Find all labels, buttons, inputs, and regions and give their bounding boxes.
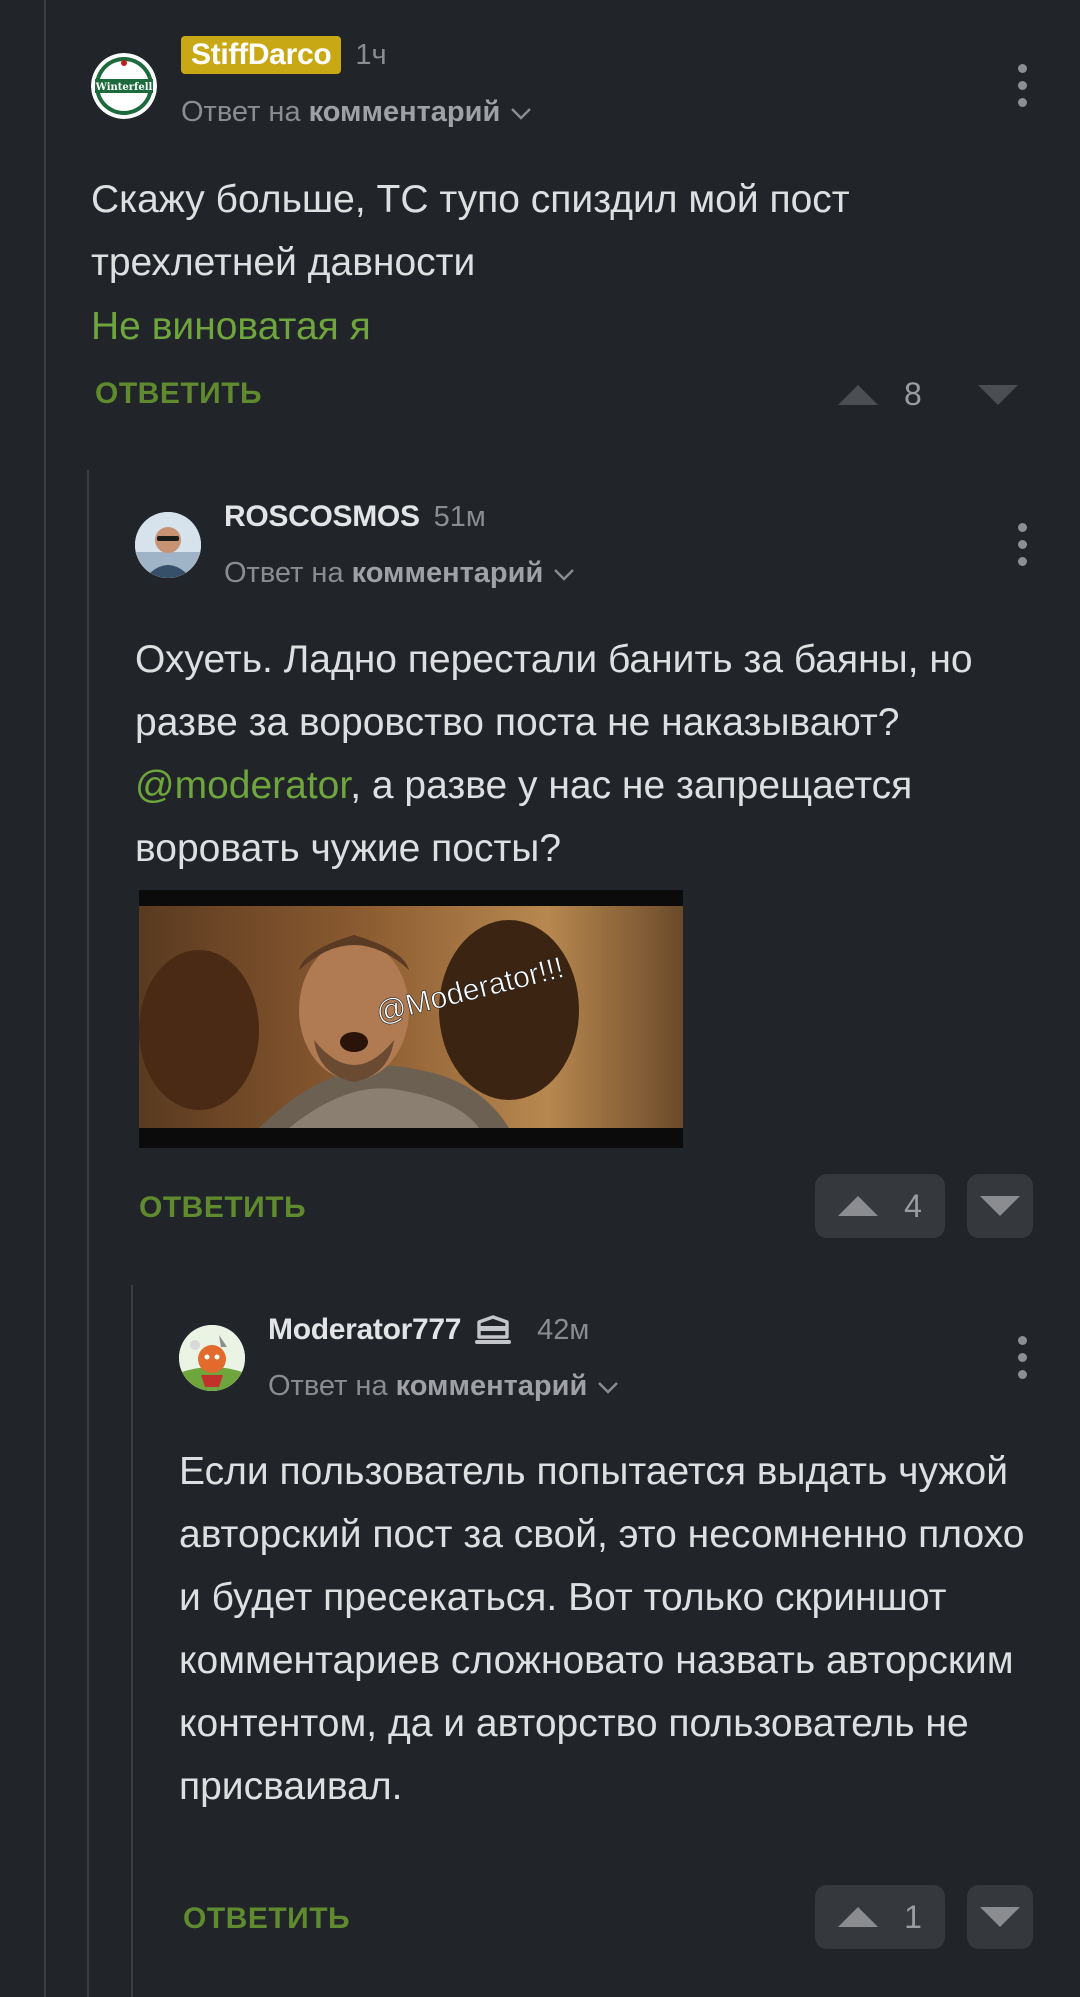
more-menu-icon[interactable]	[1015, 64, 1029, 108]
comment-time: 51м	[433, 500, 486, 533]
vote-count: 4	[904, 1187, 922, 1224]
reply-to-target[interactable]: комментарий	[352, 557, 544, 590]
reply-button[interactable]: ОТВЕТИТЬ	[95, 377, 262, 411]
reply-to-link[interactable]: Ответ на комментарий	[268, 1370, 619, 1403]
author-row: StiffDarco 1ч	[181, 36, 387, 74]
chevron-down-icon[interactable]	[553, 557, 575, 590]
meme-image: @Moderator!!!	[139, 890, 683, 1148]
reply-to-prefix: Ответ на	[181, 96, 301, 128]
author-name[interactable]: StiffDarco	[181, 36, 342, 74]
moderator-avatar-icon	[179, 1325, 245, 1391]
reply-button[interactable]: ОТВЕТИТЬ	[139, 1191, 306, 1225]
user-signature: Не виноватая я	[91, 305, 371, 348]
avatar[interactable]	[135, 512, 201, 578]
avatar[interactable]	[179, 1325, 245, 1391]
downvote-button[interactable]	[967, 1885, 1033, 1949]
winterfell-logo-icon: Winterfell	[91, 53, 157, 119]
comment-text-part: Охуеть. Ладно перестали банить за баяны,…	[135, 638, 973, 744]
comment-text: Охуеть. Ладно перестали банить за баяны,…	[135, 628, 1035, 880]
downvote-icon[interactable]	[980, 1907, 1020, 1927]
thread-line	[44, 0, 46, 1997]
thread-line	[131, 1285, 133, 1997]
chevron-down-icon[interactable]	[597, 1370, 619, 1403]
avatar-logo-text: Winterfell	[95, 82, 153, 93]
reply-to-link[interactable]: Ответ на комментарий	[181, 96, 532, 129]
avatar[interactable]: Winterfell	[91, 53, 157, 119]
thread-line	[87, 470, 89, 1997]
reply-to-link[interactable]: Ответ на комментарий	[224, 557, 575, 590]
author-name[interactable]: ROSCOSMOS	[224, 500, 420, 534]
vote-count: 8	[904, 376, 922, 412]
vote-count: 1	[904, 1898, 922, 1935]
vote-control: 8	[838, 376, 1018, 413]
chevron-down-icon[interactable]	[510, 96, 532, 129]
upvote-icon[interactable]	[838, 1907, 879, 1927]
more-menu-icon[interactable]	[1015, 1336, 1029, 1380]
author-row: Moderator777 42м	[268, 1313, 589, 1347]
user-avatar-icon	[135, 512, 201, 578]
upvote-icon[interactable]	[838, 384, 878, 405]
upvote-button[interactable]: 4	[815, 1174, 945, 1238]
reply-to-target[interactable]: комментарий	[309, 96, 501, 129]
author-row: ROSCOSMOS 51м	[224, 500, 486, 534]
moderator-badge-icon	[473, 1313, 513, 1347]
comment-time: 1ч	[355, 38, 387, 71]
vote-control: 1	[815, 1885, 1033, 1949]
comment-time: 42м	[537, 1313, 590, 1346]
more-menu-icon[interactable]	[1015, 523, 1029, 567]
reply-to-prefix: Ответ на	[224, 557, 344, 589]
comment-text: Если пользователь попытается выдать чужо…	[179, 1450, 1025, 1808]
downvote-button[interactable]	[967, 1174, 1033, 1238]
reply-to-prefix: Ответ на	[268, 1370, 388, 1402]
reply-to-target[interactable]: комментарий	[396, 1370, 588, 1403]
mention-link[interactable]: @moderator	[135, 764, 350, 807]
attached-image[interactable]: @Moderator!!!	[139, 890, 683, 1148]
downvote-icon[interactable]	[977, 384, 1018, 405]
upvote-button[interactable]: 1	[815, 1885, 945, 1949]
downvote-icon[interactable]	[980, 1196, 1020, 1216]
comment-text: Скажу больше, ТС тупо спиздил мой пост т…	[91, 178, 850, 284]
reply-button[interactable]: ОТВЕТИТЬ	[183, 1902, 350, 1936]
upvote-icon[interactable]	[838, 1196, 879, 1216]
vote-control: 4	[815, 1174, 1033, 1238]
author-name[interactable]: Moderator777	[268, 1313, 461, 1347]
